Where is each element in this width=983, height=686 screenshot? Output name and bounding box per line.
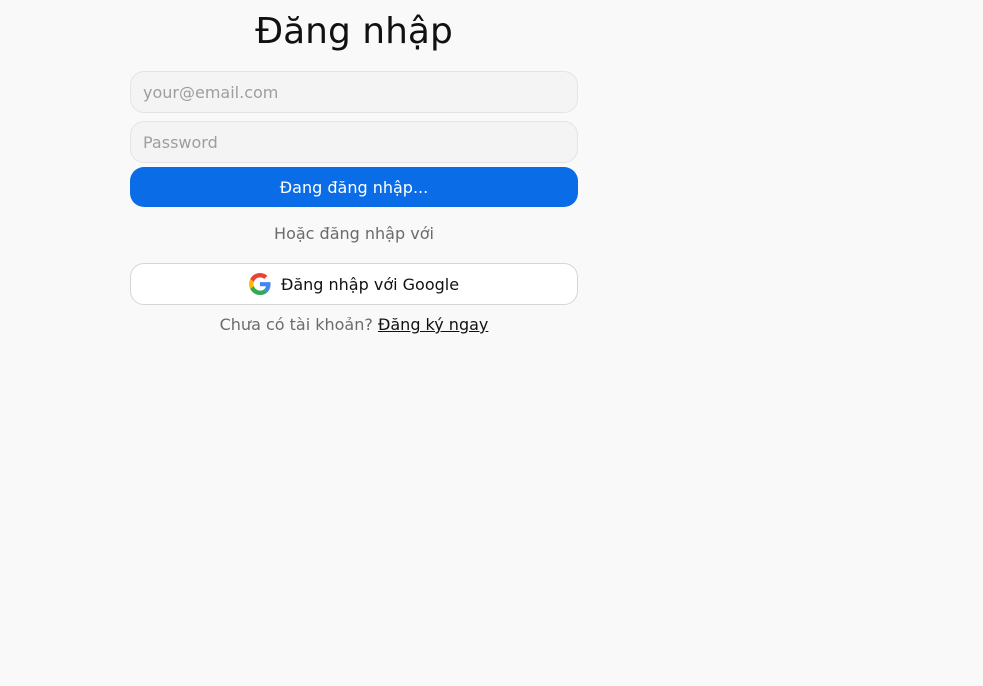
email-input[interactable] bbox=[130, 71, 578, 113]
divider-text: Hoặc đăng nhập với bbox=[274, 224, 434, 243]
google-icon bbox=[248, 273, 271, 295]
login-button[interactable]: Đang đăng nhập... bbox=[130, 167, 578, 207]
page-title: Đăng nhập bbox=[255, 11, 453, 52]
google-login-button[interactable]: Đăng nhập với Google bbox=[130, 263, 578, 305]
signup-prompt: Chưa có tài khoản? bbox=[219, 315, 373, 334]
google-login-label: Đăng nhập với Google bbox=[280, 274, 460, 294]
signup-link[interactable]: Đăng ký ngay bbox=[378, 315, 488, 334]
password-input[interactable] bbox=[130, 121, 578, 163]
login-form: Đăng nhập Đang đăng nhập... Hoặc đăng nh… bbox=[130, 0, 578, 334]
signup-line: Chưa có tài khoản? Đăng ký ngay bbox=[130, 313, 578, 337]
